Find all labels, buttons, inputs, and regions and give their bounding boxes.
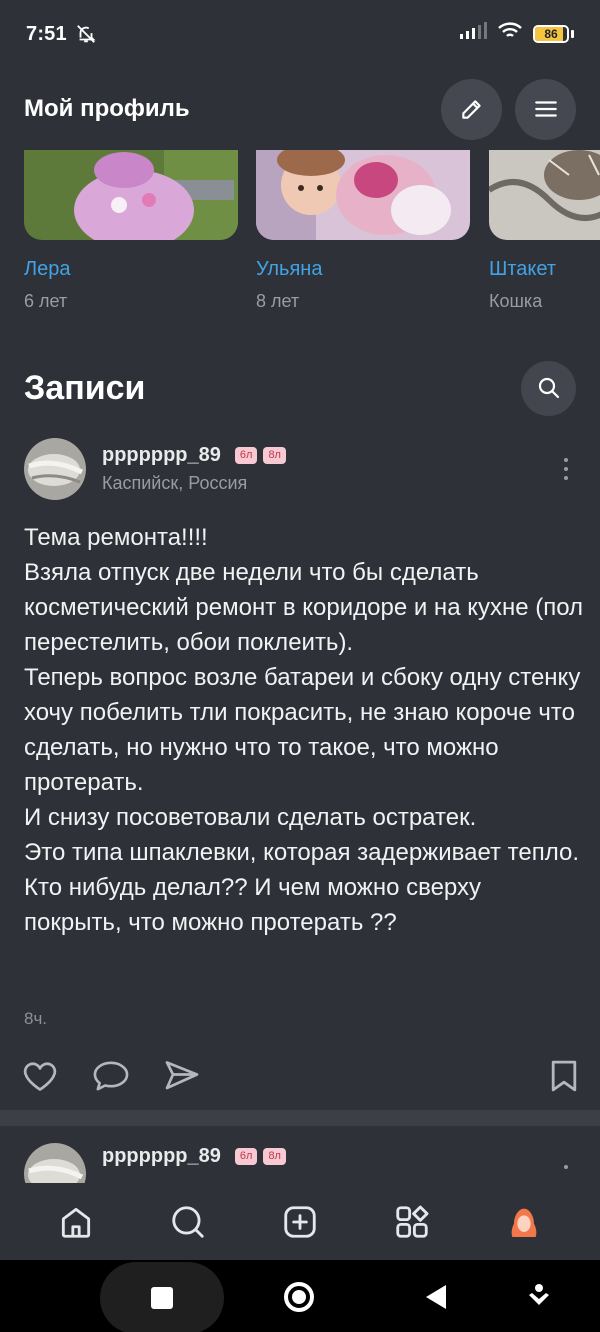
pet-card-ulyana[interactable]: Ульяна 8 лет xyxy=(256,150,470,312)
add-icon xyxy=(284,1205,316,1238)
post-body: Тема ремонта!!!! Взяла отпуск две недели… xyxy=(24,524,584,936)
bookmark-icon[interactable] xyxy=(550,1059,578,1098)
family-carousel: Лера 6 лет Ульяна 8 лет Штакет Кошка xyxy=(0,150,600,320)
child-age-badge: 8л xyxy=(263,447,286,464)
profile-avatar-icon xyxy=(511,1208,537,1237)
child-age-badge: 8л xyxy=(263,1148,286,1165)
recent-apps-button[interactable] xyxy=(100,1262,224,1332)
comment-icon[interactable] xyxy=(92,1059,130,1098)
pet-name: Штакет xyxy=(489,258,556,280)
post-header: ppppppp_89 6л 8л Каспийск, Россия xyxy=(24,438,576,500)
system-navigation-bar xyxy=(0,1260,600,1332)
like-icon[interactable] xyxy=(22,1059,58,1098)
author-location: Каспийск, Россия xyxy=(102,473,248,493)
back-button[interactable] xyxy=(424,1283,448,1311)
author-name[interactable]: ppppppp_89 xyxy=(102,444,221,467)
square-icon xyxy=(151,1287,173,1309)
pet-age: Кошка xyxy=(489,291,543,311)
page-title: Мой профиль xyxy=(24,95,190,122)
signal-icon xyxy=(459,22,487,46)
child-age-badge: 6л xyxy=(234,447,258,464)
home-button[interactable] xyxy=(282,1280,316,1314)
menu-button[interactable] xyxy=(515,78,576,140)
battery-icon: 86 xyxy=(533,25,569,43)
search-icon xyxy=(172,1205,204,1238)
posts-search-button[interactable] xyxy=(521,360,576,416)
profile-header: Мой профиль xyxy=(0,68,600,150)
author-name[interactable]: ppppppp_89 xyxy=(102,1145,221,1168)
post-timestamp: 8ч. xyxy=(24,1009,48,1028)
services-icon xyxy=(396,1205,429,1238)
pet-card-shtaket[interactable]: Штакет Кошка xyxy=(489,150,600,312)
child-age-badge: 6л xyxy=(234,1148,258,1165)
circle-icon xyxy=(284,1282,314,1312)
pet-age: 8 лет xyxy=(256,291,300,311)
pencil-icon xyxy=(461,100,481,119)
nav-create[interactable] xyxy=(270,1192,330,1252)
bottom-navigation xyxy=(0,1183,600,1260)
assistant-button[interactable] xyxy=(527,1283,551,1311)
child-photo xyxy=(24,150,238,240)
child-photo xyxy=(256,150,470,240)
download-arrow-icon xyxy=(529,1284,549,1305)
nav-home[interactable] xyxy=(46,1192,106,1252)
hamburger-icon xyxy=(534,101,557,117)
home-icon xyxy=(61,1207,91,1238)
section-title: Записи xyxy=(24,368,146,407)
status-time: 7:51 xyxy=(26,22,67,45)
nav-profile[interactable] xyxy=(494,1192,554,1252)
nav-search[interactable] xyxy=(158,1192,218,1252)
pet-age: 6 лет xyxy=(24,291,68,311)
status-bar: 7:51 86 xyxy=(0,0,600,68)
search-icon xyxy=(538,377,559,399)
post-divider xyxy=(0,1110,600,1126)
author-avatar[interactable] xyxy=(24,438,86,500)
bell-muted-icon xyxy=(75,23,97,45)
nav-services[interactable] xyxy=(382,1192,442,1252)
pet-name: Ульяна xyxy=(256,258,323,280)
post-more-button[interactable] xyxy=(556,1165,576,1169)
edit-button[interactable] xyxy=(441,78,502,140)
post-actions xyxy=(22,1058,578,1098)
post-more-button[interactable] xyxy=(556,458,576,480)
cat-photo xyxy=(489,150,600,240)
battery-level: 86 xyxy=(544,27,558,41)
pet-card-lera[interactable]: Лера 6 лет xyxy=(24,150,238,312)
posts-section-header: Записи xyxy=(0,358,600,418)
wifi-icon xyxy=(497,21,523,47)
author-avatar[interactable] xyxy=(24,1143,86,1183)
post-header: ppppppp_89 6л 8л xyxy=(24,1143,576,1183)
share-icon[interactable] xyxy=(164,1059,200,1098)
pet-name: Лера xyxy=(24,258,71,280)
back-triangle-icon xyxy=(426,1285,446,1309)
